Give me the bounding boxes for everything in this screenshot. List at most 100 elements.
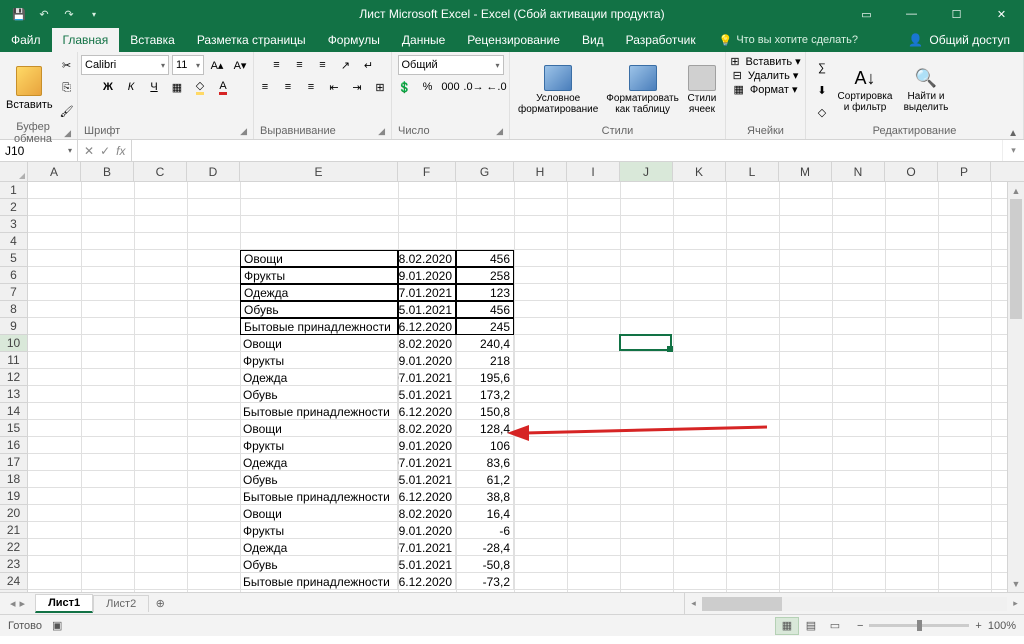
row-header-5[interactable]: 5 <box>0 250 27 267</box>
row-header-1[interactable]: 1 <box>0 182 27 199</box>
cell-G18[interactable]: 61,2 <box>456 471 514 488</box>
cell-E16[interactable]: Фрукты <box>240 437 398 454</box>
row-header-14[interactable]: 14 <box>0 403 27 420</box>
cell-F15[interactable]: 18.02.2020 <box>398 420 456 437</box>
scroll-down-icon[interactable]: ▼ <box>1008 575 1024 592</box>
fill-color-icon[interactable]: ◇ <box>190 77 210 97</box>
format-cells-button[interactable]: ▦ Формат ▾ <box>733 83 797 96</box>
cell-F21[interactable]: 19.01.2020 <box>398 522 456 539</box>
tab-formulas[interactable]: Формулы <box>317 28 391 52</box>
row-header-2[interactable]: 2 <box>0 199 27 216</box>
sheet-nav-prev-icon[interactable]: ◂ <box>10 597 16 610</box>
ribbon-options-icon[interactable]: ▭ <box>844 0 889 28</box>
font-launcher-icon[interactable]: ◢ <box>240 126 247 137</box>
cell-G22[interactable]: -28,4 <box>456 539 514 556</box>
zoom-slider[interactable] <box>869 624 969 627</box>
cell-F10[interactable]: 18.02.2020 <box>398 335 456 352</box>
cell-G9[interactable]: 245 <box>456 318 514 335</box>
enter-formula-icon[interactable]: ✓ <box>100 144 110 158</box>
zoom-out-icon[interactable]: − <box>857 620 863 632</box>
cell-E14[interactable]: Бытовые принадлежности <box>240 403 398 420</box>
save-icon[interactable]: 💾 <box>8 3 30 25</box>
cell-F23[interactable]: 05.01.2021 <box>398 556 456 573</box>
tab-view[interactable]: Вид <box>571 28 615 52</box>
cell-G7[interactable]: 123 <box>456 284 514 301</box>
tell-me-search[interactable]: 💡 Что вы хотите сделать? <box>707 28 870 52</box>
view-page-layout-icon[interactable]: ▤ <box>799 617 823 635</box>
align-left-icon[interactable]: ≡ <box>255 77 275 97</box>
row-header-11[interactable]: 11 <box>0 352 27 369</box>
cell-E12[interactable]: Одежда <box>240 369 398 386</box>
autosum-icon[interactable]: ∑ <box>812 58 832 78</box>
scroll-left-icon[interactable]: ◂ <box>685 598 702 609</box>
cell-G23[interactable]: -50,8 <box>456 556 514 573</box>
col-header-J[interactable]: J <box>620 162 673 181</box>
cell-F24[interactable]: 16.12.2020 <box>398 573 456 590</box>
collapse-ribbon-icon[interactable]: ▲ <box>1008 128 1018 139</box>
cell-E6[interactable]: Фрукты <box>240 267 398 284</box>
font-family-selector[interactable]: Calibri▾ <box>81 55 169 75</box>
cells-area[interactable]: Овощи18.02.2020456Фрукты19.01.2020258Оде… <box>28 182 1024 592</box>
increase-font-icon[interactable]: A▴ <box>207 55 227 75</box>
expand-formula-bar-icon[interactable]: ▾ <box>1002 140 1024 161</box>
row-header-17[interactable]: 17 <box>0 454 27 471</box>
minimize-icon[interactable]: — <box>889 0 934 28</box>
cell-G15[interactable]: 128,4 <box>456 420 514 437</box>
decrease-font-icon[interactable]: A▾ <box>230 55 250 75</box>
merge-icon[interactable]: ⊞ <box>370 77 390 97</box>
copy-icon[interactable]: ⎘ <box>57 78 77 98</box>
cell-F19[interactable]: 16.12.2020 <box>398 488 456 505</box>
orientation-icon[interactable]: ↗ <box>336 55 356 75</box>
cell-E17[interactable]: Одежда <box>240 454 398 471</box>
cell-E8[interactable]: Обувь <box>240 301 398 318</box>
col-header-P[interactable]: P <box>938 162 991 181</box>
align-top-icon[interactable]: ≡ <box>267 55 287 75</box>
cell-F7[interactable]: 07.01.2021 <box>398 284 456 301</box>
row-header-22[interactable]: 22 <box>0 539 27 556</box>
row-header-13[interactable]: 13 <box>0 386 27 403</box>
tab-review[interactable]: Рецензирование <box>456 28 571 52</box>
font-color-icon[interactable]: A <box>213 77 233 97</box>
cell-E22[interactable]: Одежда <box>240 539 398 556</box>
font-size-selector[interactable]: 11▾ <box>172 55 204 75</box>
percent-icon[interactable]: % <box>418 77 438 97</box>
decrease-indent-icon[interactable]: ⇤ <box>324 77 344 97</box>
underline-button[interactable]: Ч <box>144 77 164 97</box>
align-right-icon[interactable]: ≡ <box>301 77 321 97</box>
tab-home[interactable]: Главная <box>52 28 120 52</box>
cell-E24[interactable]: Бытовые принадлежности <box>240 573 398 590</box>
cell-F5[interactable]: 18.02.2020 <box>398 250 456 267</box>
scroll-right-icon[interactable]: ▸ <box>1007 598 1024 609</box>
cell-G24[interactable]: -73,2 <box>456 573 514 590</box>
sheet-tab-2[interactable]: Лист2 <box>93 595 149 612</box>
row-header-3[interactable]: 3 <box>0 216 27 233</box>
cell-styles-button[interactable]: Стили ячеек <box>685 65 719 115</box>
align-center-icon[interactable]: ≡ <box>278 77 298 97</box>
decrease-decimal-icon[interactable]: ←.0 <box>487 77 507 97</box>
cell-E5[interactable]: Овощи <box>240 250 398 267</box>
paste-icon[interactable] <box>13 65 45 97</box>
cell-E23[interactable]: Обувь <box>240 556 398 573</box>
cancel-formula-icon[interactable]: ✕ <box>84 144 94 158</box>
select-all-cell[interactable] <box>0 162 28 181</box>
fx-icon[interactable]: fx <box>116 144 125 158</box>
align-middle-icon[interactable]: ≡ <box>290 55 310 75</box>
cell-G21[interactable]: -6 <box>456 522 514 539</box>
horizontal-scrollbar[interactable]: ◂ ▸ <box>684 593 1024 614</box>
insert-cells-button[interactable]: ⊞ Вставить ▾ <box>730 55 800 68</box>
cell-G16[interactable]: 106 <box>456 437 514 454</box>
cell-F13[interactable]: 05.01.2021 <box>398 386 456 403</box>
comma-icon[interactable]: 000 <box>441 77 461 97</box>
cell-E18[interactable]: Обувь <box>240 471 398 488</box>
name-box[interactable]: J10▾ <box>0 140 78 161</box>
cell-G8[interactable]: 456 <box>456 301 514 318</box>
cell-E11[interactable]: Фрукты <box>240 352 398 369</box>
number-launcher-icon[interactable]: ◢ <box>496 126 503 137</box>
row-header-4[interactable]: 4 <box>0 233 27 250</box>
row-header-12[interactable]: 12 <box>0 369 27 386</box>
zoom-in-icon[interactable]: + <box>975 620 981 632</box>
redo-icon[interactable]: ↷ <box>58 3 80 25</box>
cell-G5[interactable]: 456 <box>456 250 514 267</box>
col-header-N[interactable]: N <box>832 162 885 181</box>
cell-F18[interactable]: 05.01.2021 <box>398 471 456 488</box>
